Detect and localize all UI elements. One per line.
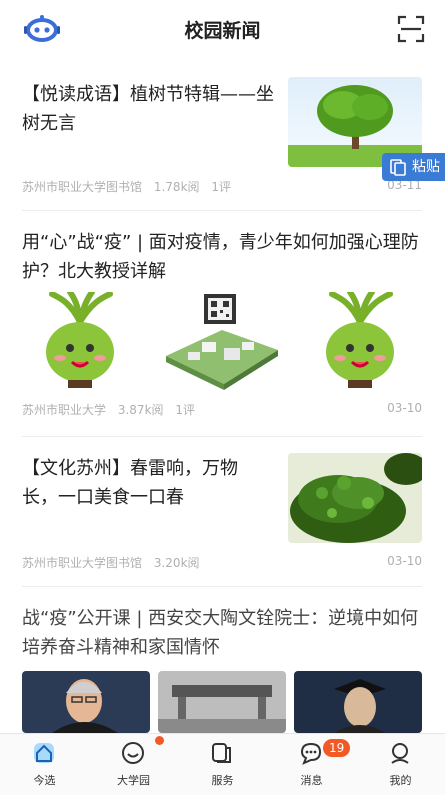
news-headline[interactable]: 用“心”战“疫” | 面对疫情，青少年如何加强心理防护？北大教授详解	[22, 228, 422, 286]
news-image-campus-model[interactable]	[162, 290, 282, 390]
news-meta: 苏州市职业大学 3.87k阅 1评 03-10	[22, 401, 422, 417]
news-meta: 苏州市职业大学图书馆 3.20k阅 03-10	[22, 554, 422, 570]
news-source: 苏州市职业大学图书馆	[22, 180, 143, 194]
news-headline[interactable]: 【文化苏州】春雷响，万物长，一口美食一口春	[22, 454, 262, 512]
tab-label: 大学园	[117, 774, 150, 787]
news-image-campus-gate[interactable]	[158, 671, 286, 733]
scan-icon[interactable]	[397, 15, 425, 43]
smile-icon	[122, 742, 144, 764]
news-source: 苏州市职业大学	[22, 403, 107, 417]
news-reads: 1.78k阅	[153, 180, 200, 194]
tab-label: 消息	[300, 774, 323, 787]
divider	[22, 436, 422, 437]
news-headline[interactable]: 【悦读成语】植树节特辑——坐树无言	[22, 80, 274, 138]
news-comments: 1评	[175, 403, 195, 417]
news-image-portrait[interactable]	[22, 671, 150, 733]
news-image-graduate[interactable]	[294, 671, 422, 733]
divider	[22, 586, 422, 587]
service-icon	[212, 743, 231, 763]
news-reads: 3.20k阅	[153, 556, 200, 570]
tab-service[interactable]: 服务	[178, 734, 267, 795]
new-dot-indicator	[155, 736, 164, 745]
paste-button[interactable]: 粘贴	[382, 153, 445, 181]
header: 校园新闻	[0, 0, 445, 58]
news-date: 03-10	[387, 401, 422, 415]
news-comments: 1评	[211, 180, 231, 194]
home-icon	[34, 743, 54, 763]
tab-mine[interactable]: 我的	[356, 734, 445, 795]
news-image-mascot[interactable]	[310, 292, 410, 388]
clipboard-icon	[390, 159, 406, 176]
tab-label: 我的	[389, 774, 412, 787]
news-thumbnail-food[interactable]	[288, 453, 422, 543]
news-headline[interactable]: 战“疫”公开课 | 西安交大陶文铨院士：逆境中如何培养奋斗精神和家国情怀	[22, 604, 422, 662]
page-title: 校园新闻	[184, 20, 261, 42]
tab-today[interactable]: 今选	[0, 734, 89, 795]
tab-university[interactable]: 大学园	[89, 734, 178, 795]
tab-label: 今选	[33, 774, 56, 787]
user-icon	[391, 743, 409, 764]
news-date: 03-10	[387, 554, 422, 568]
messages-badge: 19	[323, 739, 351, 757]
chat-icon	[300, 742, 322, 765]
news-meta: 苏州市职业大学图书馆 1.78k阅 1评 03-11	[22, 178, 422, 194]
divider	[22, 210, 422, 211]
paste-label: 粘贴	[412, 159, 440, 175]
news-reads: 3.87k阅	[117, 403, 164, 417]
bottom-tab-bar: 今选 大学园 服务 消息 我的	[0, 733, 445, 795]
news-image-mascot[interactable]	[30, 292, 130, 388]
news-source: 苏州市职业大学图书馆	[22, 556, 143, 570]
tab-label: 服务	[211, 774, 234, 787]
